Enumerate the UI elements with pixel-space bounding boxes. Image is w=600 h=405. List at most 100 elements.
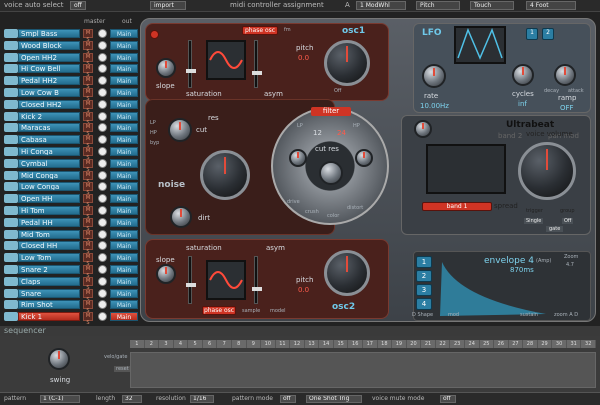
noise-cut-knob[interactable] [168, 118, 192, 142]
band1-button[interactable]: band 1 [422, 202, 492, 211]
voice-row[interactable]: Low TomM S Main [4, 252, 140, 267]
step-cell[interactable]: 28 [523, 340, 538, 348]
mute-solo-button[interactable]: M S [83, 99, 93, 114]
voice-row[interactable]: ClapsM S Main [4, 276, 140, 291]
voice-name[interactable]: Closed HH2 [18, 99, 80, 109]
voice-mute-button[interactable]: off [440, 395, 456, 403]
filter-slope-12[interactable]: 12 [313, 129, 322, 137]
voice-row[interactable]: Low Cow BM S Main [4, 87, 140, 102]
voice-toggle[interactable] [98, 29, 107, 38]
voice-row[interactable]: Kick 2M S Main [4, 111, 140, 126]
mute-solo-button[interactable]: M S [83, 64, 93, 78]
assign-a-select[interactable]: 1 ModWhl [356, 1, 406, 10]
voice-row[interactable]: Low CongaM S Main [4, 181, 140, 196]
voice-output-select[interactable]: Main [110, 29, 138, 38]
noise-volume-knob[interactable] [200, 150, 250, 200]
voice-toggle[interactable] [98, 300, 107, 310]
voice-row[interactable]: SnareM S Main [4, 288, 140, 303]
voice-name[interactable]: Wood Block [18, 40, 80, 50]
step-cell[interactable]: 5 [188, 340, 203, 348]
swing-knob[interactable] [48, 348, 70, 370]
osc2-asym-slider[interactable] [252, 256, 262, 304]
osc2-sample-label[interactable]: sample [242, 308, 260, 314]
voice-name[interactable]: Smpl Bass [18, 29, 80, 38]
step-cell[interactable]: 11 [275, 340, 291, 348]
voice-row[interactable]: Open HHM S Main [4, 193, 140, 208]
mute-solo-button[interactable]: M S [83, 288, 93, 303]
noise-dirt-knob[interactable] [170, 206, 192, 228]
assign-c-select[interactable]: Touch [470, 1, 514, 10]
voice-output-select[interactable]: Main [110, 265, 138, 274]
assign-b-select[interactable]: Pitch [416, 1, 460, 10]
filter-slope-24[interactable]: 24 [337, 129, 346, 137]
mute-solo-button[interactable]: M S [83, 194, 93, 208]
mute-solo-button[interactable]: M S [83, 312, 93, 326]
mute-solo-button[interactable]: M S [83, 88, 93, 102]
voice-name[interactable]: Claps [18, 276, 80, 286]
voice-row[interactable]: Rim ShotM S Main [4, 299, 140, 314]
osc1-saturation-slider[interactable] [186, 40, 196, 88]
mute-solo-button[interactable]: M S [83, 123, 93, 137]
step-cell[interactable]: 19 [392, 340, 407, 348]
step-cell[interactable]: 10 [261, 340, 276, 348]
step-cell[interactable]: 32 [581, 340, 596, 348]
voice-row[interactable]: Snare 2M S Main [4, 264, 140, 279]
pattern-mode-button[interactable]: off [280, 395, 296, 403]
step-cell[interactable]: 29 [537, 340, 553, 348]
voice-output-select[interactable]: Main [110, 111, 138, 121]
osc1-phase-osc-button[interactable]: phase osc [242, 26, 278, 35]
voice-output-select[interactable]: Main [110, 194, 138, 204]
voice-row[interactable]: Mid TomM S Main [4, 229, 140, 244]
voice-toggle[interactable] [98, 111, 107, 121]
voice-row[interactable]: Closed HHM S Main [4, 240, 140, 255]
voice-output-select[interactable]: Main [110, 64, 138, 74]
filter-res-knob[interactable] [355, 149, 373, 167]
voice-name[interactable]: Kick 2 [18, 111, 80, 121]
voice-row[interactable]: CabasaM S Main [4, 134, 140, 149]
step-cell[interactable]: 23 [450, 340, 465, 348]
mute-solo-button[interactable]: M S [83, 170, 93, 185]
voice-row[interactable]: Hi TomM S Main [4, 205, 140, 220]
voice-name[interactable]: Mid Conga [18, 170, 80, 180]
voice-name[interactable]: Pedal HH2 [18, 76, 80, 86]
voice-name[interactable]: Pedal HH [18, 217, 80, 227]
osc2-model-label[interactable]: model [270, 308, 286, 314]
mute-solo-button[interactable]: M S [83, 29, 93, 43]
step-cell[interactable]: 20 [406, 340, 422, 348]
pattern-select[interactable]: 1 (C-1) [40, 395, 80, 403]
mute-solo-button[interactable]: M S [83, 276, 93, 291]
lfo-tab-1[interactable]: 1 [526, 28, 538, 40]
filter-cut-knob[interactable] [289, 149, 307, 167]
voice-row[interactable]: MaracasM S Main [4, 122, 140, 137]
mute-solo-button[interactable]: M S [83, 158, 93, 173]
osc2-saturation-slider[interactable] [186, 256, 196, 304]
voice-name[interactable]: Closed HH [18, 241, 80, 251]
voice-output-select[interactable]: Main [110, 123, 138, 133]
osc1-power-button[interactable] [150, 30, 159, 39]
voice-output-select[interactable]: Main [110, 206, 138, 215]
step-cell[interactable]: 1 [130, 340, 145, 348]
step-cell[interactable]: 9 [246, 340, 262, 348]
mute-solo-button[interactable]: M S [83, 300, 93, 314]
osc1-asym-slider[interactable] [252, 40, 262, 88]
mute-solo-button[interactable]: M S [83, 76, 93, 90]
voice-toggle[interactable] [98, 182, 107, 192]
voice-name[interactable]: Low Cow B [18, 88, 80, 97]
voice-toggle[interactable] [98, 288, 107, 298]
mute-solo-button[interactable]: M S [83, 52, 93, 67]
voice-row[interactable]: Closed HH2M S Main [4, 99, 140, 114]
mute-solo-button[interactable]: M S [83, 182, 93, 196]
voice-name[interactable]: Rim Shot [18, 300, 80, 310]
length-select[interactable]: 32 [122, 395, 142, 403]
step-cell[interactable]: 2 [144, 340, 160, 348]
voice-toggle[interactable] [98, 40, 107, 50]
voice-toggle[interactable] [98, 253, 107, 263]
voice-output-select[interactable]: Main [110, 158, 138, 168]
voice-toggle[interactable] [98, 170, 107, 180]
mute-solo-button[interactable]: M S [83, 206, 93, 220]
voice-name[interactable]: Cabasa [18, 135, 80, 145]
voice-toggle[interactable] [98, 147, 107, 156]
voice-name[interactable]: Snare [18, 288, 80, 298]
voice-name[interactable]: Hi Cow Bell [18, 64, 80, 74]
voice-name[interactable]: Open HH [18, 194, 80, 204]
